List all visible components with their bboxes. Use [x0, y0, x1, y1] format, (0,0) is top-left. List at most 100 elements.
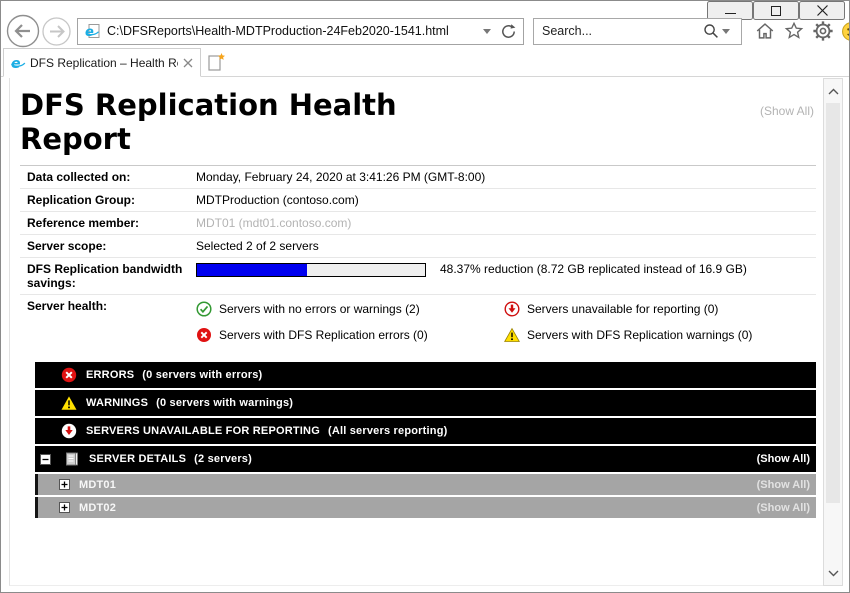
unavailable-icon [504, 301, 520, 317]
scrollbar-thumb[interactable] [826, 103, 840, 503]
field-row-replication-group: Replication Group: MDTProduction (contos… [20, 189, 816, 212]
star-icon [783, 20, 805, 42]
report-sections: ERRORS (0 servers with errors) WARNINGS … [35, 362, 816, 518]
field-label: DFS Replication bandwidth savings: [20, 262, 196, 290]
section-detail: (2 servers) [194, 453, 252, 465]
field-label: Replication Group: [20, 193, 196, 207]
check-circle-icon [196, 301, 212, 317]
health-item-label: Servers with DFS Replication warnings (0… [527, 328, 752, 342]
field-label: Server health: [20, 299, 196, 343]
section-label: WARNINGS [86, 397, 148, 409]
tab-close-button[interactable] [182, 57, 194, 69]
settings-button[interactable] [811, 19, 835, 43]
section-label: ERRORS [86, 369, 134, 381]
section-warnings[interactable]: WARNINGS (0 servers with warnings) [35, 390, 816, 416]
back-button[interactable] [5, 13, 41, 49]
warning-icon [61, 395, 77, 411]
navigation-bar: e C:\DFSReports\Health-MDTProduction-24F… [5, 13, 850, 49]
favorites-button[interactable] [782, 19, 806, 43]
section-detail: (0 servers with errors) [142, 369, 262, 381]
page-title: DFS Replication Health Report [20, 88, 460, 156]
scroll-up-button[interactable] [824, 81, 842, 101]
search-icon [703, 23, 719, 39]
error-circle-icon [196, 327, 212, 343]
dfs-health-report: (Show All) DFS Replication Health Report… [20, 78, 816, 520]
address-bar[interactable]: e C:\DFSReports\Health-MDTProduction-24F… [77, 18, 524, 45]
show-all-link-top[interactable]: (Show All) [760, 104, 814, 118]
server-icon [64, 451, 80, 467]
section-servers-unavailable[interactable]: SERVERS UNAVAILABLE FOR REPORTING (All s… [35, 418, 816, 444]
feedback-button[interactable] [840, 20, 850, 43]
new-tab-button[interactable] [207, 52, 231, 74]
section-label: SERVERS UNAVAILABLE FOR REPORTING [86, 425, 320, 437]
field-label: Server scope: [20, 239, 196, 253]
browser-window: e C:\DFSReports\Health-MDTProduction-24F… [0, 0, 850, 593]
health-item-label: Servers with no errors or warnings (2) [219, 302, 420, 316]
search-box[interactable]: Search... [533, 18, 742, 45]
warning-icon [504, 327, 520, 343]
home-button[interactable] [753, 19, 777, 43]
chevron-down-icon [828, 570, 839, 577]
search-input[interactable]: Search... [542, 24, 703, 38]
new-tab-icon [207, 52, 226, 72]
show-all-link-mdt01[interactable]: (Show All) [757, 479, 810, 491]
section-detail: (0 servers with warnings) [156, 397, 293, 409]
smiley-icon [841, 21, 850, 42]
tab-dfs-replication-health-report[interactable]: e DFS Replication – Health Re... [3, 48, 201, 77]
section-label: SERVER DETAILS [89, 453, 186, 465]
refresh-button[interactable] [500, 23, 517, 40]
tab-title: DFS Replication – Health Re... [30, 56, 178, 70]
field-row-server-scope: Server scope: Selected 2 of 2 servers [20, 235, 816, 258]
search-go-button[interactable] [703, 23, 719, 39]
forward-button[interactable] [41, 16, 72, 47]
server-row-mdt02[interactable]: MDT02 (Show All) [35, 497, 816, 518]
section-server-details[interactable]: SERVER DETAILS (2 servers) (Show All) [35, 446, 816, 472]
expand-button[interactable] [59, 502, 70, 513]
forward-arrow-icon [41, 16, 72, 47]
field-label: Reference member: [20, 216, 196, 230]
error-circle-icon [61, 367, 77, 383]
collapse-button[interactable] [40, 454, 51, 465]
field-value: Selected 2 of 2 servers [196, 239, 319, 253]
section-detail: (All servers reporting) [328, 425, 448, 437]
address-dropdown-button[interactable] [480, 29, 494, 34]
health-item-label: Servers with DFS Replication errors (0) [219, 328, 428, 342]
scroll-down-button[interactable] [824, 563, 842, 583]
ie-page-icon: e [84, 23, 101, 40]
field-label: Data collected on: [20, 170, 196, 184]
home-icon [754, 20, 776, 42]
svg-text:e: e [11, 56, 21, 71]
refresh-icon [500, 23, 517, 40]
vertical-scrollbar[interactable] [823, 78, 843, 586]
field-row-bandwidth-savings: DFS Replication bandwidth savings: 48.37… [20, 258, 816, 295]
bandwidth-text: 48.37% reduction (8.72 GB replicated ins… [440, 262, 747, 276]
tab-bar: e DFS Replication – Health Re... [1, 48, 849, 77]
field-value: Monday, February 24, 2020 at 3:41:26 PM … [196, 170, 485, 184]
page-content: (Show All) DFS Replication Health Report… [9, 78, 843, 586]
minus-box-icon [40, 454, 51, 465]
chevron-down-icon [722, 29, 730, 34]
chevron-down-icon [483, 29, 491, 34]
plus-box-icon [59, 502, 70, 513]
search-dropdown-button[interactable] [719, 29, 733, 34]
field-value: MDT01 (mdt01.contoso.com) [196, 216, 351, 230]
field-value: MDTProduction (contoso.com) [196, 193, 359, 207]
chevron-up-icon [828, 88, 839, 95]
field-row-data-collected: Data collected on: Monday, February 24, … [20, 166, 816, 189]
server-row-mdt01[interactable]: MDT01 (Show All) [35, 474, 816, 495]
unavailable-icon [61, 423, 77, 439]
url-field[interactable]: C:\DFSReports\Health-MDTProduction-24Feb… [107, 24, 480, 38]
expand-button[interactable] [59, 479, 70, 490]
section-errors[interactable]: ERRORS (0 servers with errors) [35, 362, 816, 388]
health-item-no-errors: Servers with no errors or warnings (2) [196, 301, 504, 317]
show-all-link-server-details[interactable]: (Show All) [757, 453, 810, 465]
show-all-link-mdt02[interactable]: (Show All) [757, 502, 810, 514]
back-arrow-icon [5, 13, 41, 49]
field-row-reference-member: Reference member: MDT01 (mdt01.contoso.c… [20, 212, 816, 235]
field-row-server-health: Server health: Servers with no errors or… [20, 295, 816, 349]
health-item-unavailable: Servers unavailable for reporting (0) [504, 301, 752, 317]
bandwidth-progress-fill [197, 264, 307, 276]
browser-toolbar-icons [753, 19, 850, 43]
server-name: MDT02 [79, 502, 116, 514]
bandwidth-visual: 48.37% reduction (8.72 GB replicated ins… [196, 262, 747, 290]
